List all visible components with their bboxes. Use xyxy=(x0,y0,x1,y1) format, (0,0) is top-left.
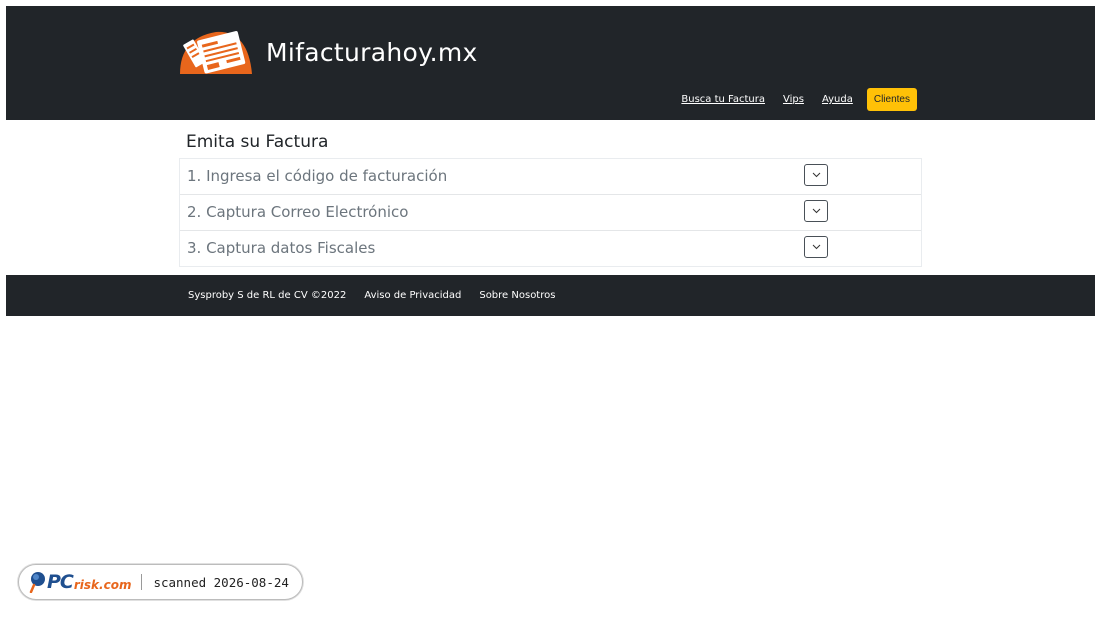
scan-badge: PC risk.com scanned 2026-08-24 xyxy=(18,564,303,600)
main-content: Emita su Factura 1. Ingresa el código de… xyxy=(6,120,1095,275)
accordion-item-label: 2. Captura Correo Electrónico xyxy=(187,203,409,221)
nav-link-vips[interactable]: Vips xyxy=(783,94,804,105)
magnifier-icon xyxy=(29,572,45,593)
brand[interactable]: Mifacturahoy.mx xyxy=(178,28,478,76)
chevron-down-icon xyxy=(812,244,820,250)
chevron-down-icon xyxy=(812,208,820,214)
footer-link-nosotros[interactable]: Sobre Nosotros xyxy=(479,290,555,301)
logo-site: risk.com xyxy=(73,577,132,592)
page-title: Emita su Factura xyxy=(186,132,329,152)
page-frame: Mifacturahoy.mx Busca tu Factura Vips Ay… xyxy=(6,6,1095,316)
steps-accordion: 1. Ingresa el código de facturación 2. C… xyxy=(179,158,922,267)
accordion-item-correo[interactable]: 2. Captura Correo Electrónico xyxy=(180,195,921,231)
scan-date-text: scanned 2026-08-24 xyxy=(153,574,289,590)
chevron-down-icon xyxy=(812,172,820,178)
site-title: Mifacturahoy.mx xyxy=(266,37,478,67)
footer-link-privacidad[interactable]: Aviso de Privacidad xyxy=(364,290,461,301)
clientes-button[interactable]: Clientes xyxy=(866,88,917,111)
expand-toggle-button[interactable] xyxy=(804,236,828,258)
nav-link-ayuda[interactable]: Ayuda xyxy=(822,94,853,105)
accordion-item-codigo[interactable]: 1. Ingresa el código de facturación xyxy=(180,159,921,195)
site-header: Mifacturahoy.mx Busca tu Factura Vips Ay… xyxy=(6,6,1095,120)
site-footer: Sysproby S de RL de CV ©2022 Aviso de Pr… xyxy=(6,275,1095,316)
expand-toggle-button[interactable] xyxy=(804,200,828,222)
accordion-item-label: 1. Ingresa el código de facturación xyxy=(187,167,448,185)
copyright-text: Sysproby S de RL de CV ©2022 xyxy=(188,290,347,301)
logo-mark: PC xyxy=(47,571,74,593)
badge-divider xyxy=(141,574,143,590)
invoice-logo-icon xyxy=(180,31,252,74)
main-nav: Busca tu Factura Vips Ayuda Clientes xyxy=(681,88,917,111)
pcrisk-logo: PC risk.com xyxy=(29,571,131,593)
nav-link-busca-factura[interactable]: Busca tu Factura xyxy=(681,94,765,105)
expand-toggle-button[interactable] xyxy=(804,164,828,186)
accordion-item-fiscales[interactable]: 3. Captura datos Fiscales xyxy=(180,231,921,266)
accordion-item-label: 3. Captura datos Fiscales xyxy=(187,239,376,257)
